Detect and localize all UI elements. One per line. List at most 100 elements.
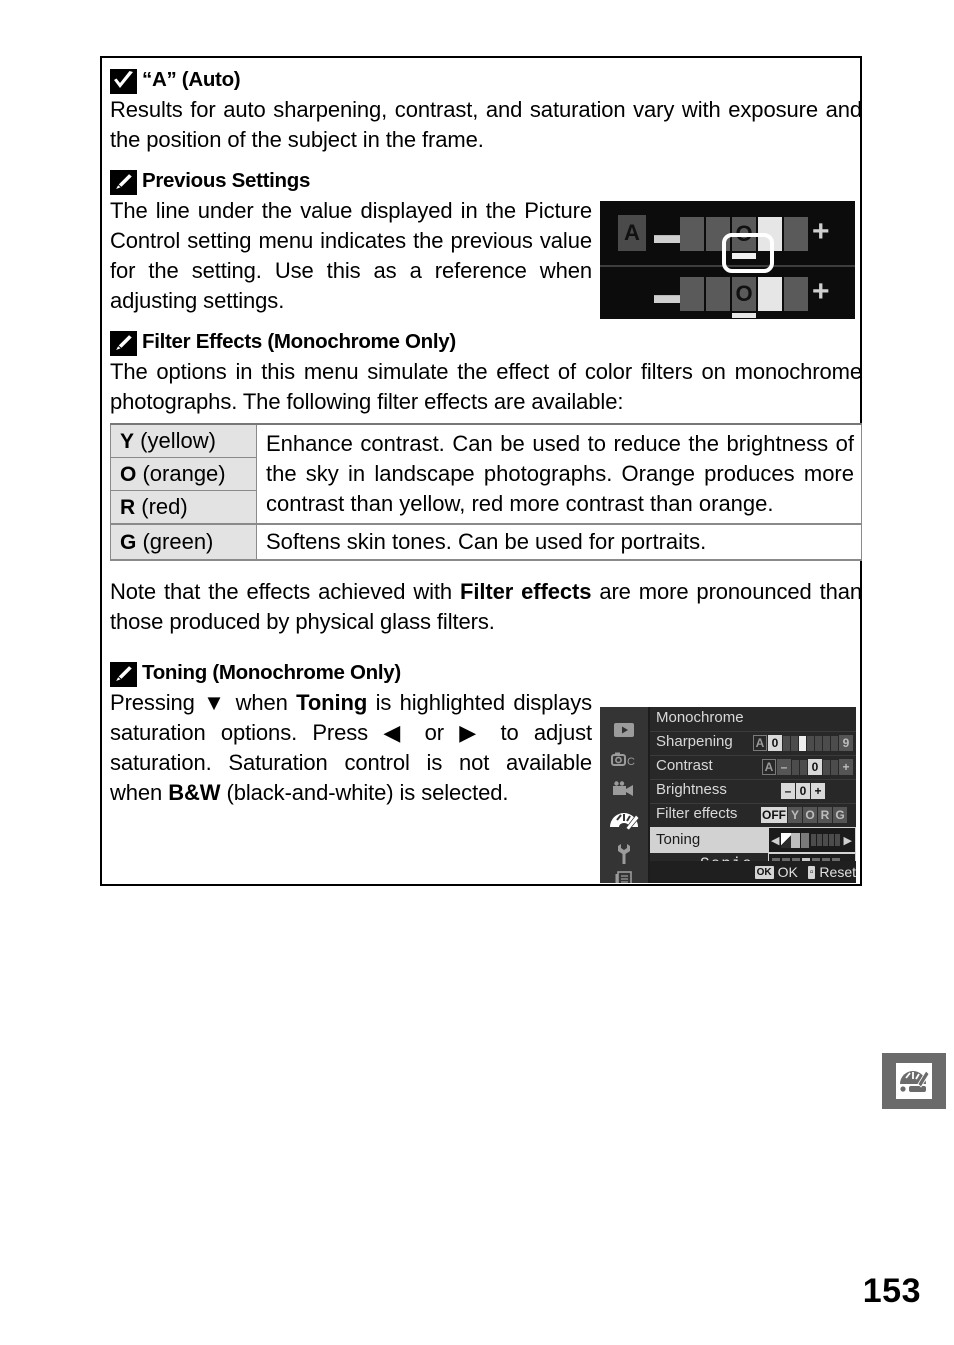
scale-zero-label: 0 (808, 759, 822, 775)
table-cell-key: Y (yellow) (110, 423, 257, 458)
ok-label: OK (777, 864, 798, 880)
scale-tick (831, 735, 838, 751)
filter-key-symbol: G (120, 531, 137, 554)
lcd-minus-icon: ▬ (654, 219, 680, 249)
toning-gradient-control[interactable]: ◀ ▶ (768, 827, 856, 853)
scale-tick (823, 759, 830, 775)
filter-option-y[interactable]: Y (788, 807, 802, 823)
recent-settings-icon[interactable] (608, 867, 640, 883)
scale-tick (811, 834, 817, 846)
lcd-scale-segment (706, 277, 730, 311)
page-number: 153 (862, 1272, 921, 1310)
scale-tick (835, 834, 841, 846)
toning-gradient-swatch (801, 832, 810, 848)
plus-icon: + (839, 759, 853, 775)
setup-wrench-icon[interactable] (608, 841, 640, 867)
reset-label: Reset (819, 864, 856, 880)
lcd-zero-label: O (735, 281, 753, 306)
lcd-previous-value-underline (732, 313, 756, 318)
scale-max-label: 9 (839, 735, 853, 751)
section-auto: “A” (Auto) Results for auto sharpening, … (110, 68, 862, 155)
heading-auto: “A” (Auto) (110, 68, 852, 94)
section-filter-effects: Filter Effects (Monochrome Only) The opt… (110, 330, 862, 417)
lcd-menu-title-row: Monochrome (650, 707, 856, 732)
paragraph-filter-effects: The options in this menu simulate the ef… (110, 359, 862, 414)
paragraph-previous-settings: The line under the value displayed in th… (110, 198, 592, 313)
lcd-menu-row-label: Sharpening (656, 733, 733, 750)
scale-tick (817, 834, 823, 846)
brightness-scale[interactable]: – 0 + (781, 782, 826, 800)
lcd-menu-row-sharpening[interactable]: Sharpening A 0 9 (650, 731, 856, 756)
filter-effects-options[interactable]: OFF Y O R G (761, 806, 848, 824)
picture-control-icon[interactable] (608, 807, 640, 837)
scale-tick (792, 759, 799, 775)
toning-text-4: or (409, 720, 460, 745)
filter-key-symbol: O (120, 463, 137, 486)
table-cell-key: O (orange) (110, 457, 257, 491)
svg-text:C: C (627, 756, 635, 768)
lcd-menu-row-label: Filter effects (656, 805, 738, 822)
minus-icon: – (781, 783, 795, 799)
left-arrow-icon[interactable]: ◀ (771, 834, 779, 847)
scale-tick (783, 735, 790, 751)
shooting-menu-icon[interactable]: C (608, 747, 640, 773)
scale-tick (829, 834, 835, 846)
paragraph-filter-note: Note that the effects achieved with Filt… (110, 577, 862, 637)
picture-control-icon (896, 1063, 932, 1099)
scale-min-label: 0 (768, 735, 782, 751)
filter-key-name: (green) (136, 529, 214, 554)
pencil-icon (110, 331, 137, 356)
contrast-scale[interactable]: A – 0 + (762, 758, 854, 776)
playback-icon[interactable] (608, 717, 640, 743)
lcd-scale-segment (784, 217, 808, 251)
lcd-menu-row-brightness[interactable]: Brightness – 0 + (650, 779, 856, 804)
right-arrow-glyph: ▶ (459, 720, 486, 745)
auto-badge-icon: A (762, 759, 776, 775)
lcd-toning-menu-image: C Monochrome Sharpening A 0 9 Contrast A… (600, 707, 856, 883)
paragraph-auto: Results for auto sharpening, contrast, a… (110, 97, 862, 152)
filter-key-name: (yellow) (134, 428, 216, 453)
filter-option-r[interactable]: R (818, 807, 832, 823)
table-cell-description-green: Softens skin tones. Can be used for port… (256, 523, 862, 561)
lcd-menu-row-filter-effects[interactable]: Filter effects OFF Y O R G (650, 803, 856, 828)
heading-previous-settings: Previous Settings (110, 169, 852, 195)
plus-icon: + (811, 783, 825, 799)
lcd-previous-value-underline (732, 253, 756, 259)
lcd-scale-segment: ▬ (654, 277, 680, 311)
scale-tick (815, 735, 822, 751)
heading-toning-label: Toning (Monochrome Only) (142, 661, 401, 684)
lcd-scale-segment-current (758, 277, 782, 311)
heading-toning: Toning (Monochrome Only) (110, 661, 852, 687)
toning-text-1: Pressing (110, 690, 204, 715)
down-arrow-glyph: ▼ (203, 690, 228, 715)
table-cell-description-contrast: Enhance contrast. Can be used to reduce … (256, 423, 862, 525)
filter-effects-table: Y (yellow) Enhance contrast. Can be used… (110, 423, 862, 561)
lcd-menu-footer: OK OK ▫ Reset (650, 861, 856, 883)
toning-text-2: when (227, 690, 297, 715)
filter-key-symbol: R (120, 496, 136, 519)
right-arrow-icon[interactable]: ▶ (843, 834, 851, 847)
toning-bold-1: Toning (296, 690, 368, 715)
ok-key-icon: OK (754, 865, 774, 879)
lcd-minus-icon: ▬ (654, 279, 680, 309)
scale-zero-label: 0 (796, 783, 810, 799)
lcd-previous-settings-image: A ▬ O + ▬ O + (600, 201, 855, 319)
chapter-tab-marker (882, 1053, 946, 1109)
lcd-scale-segment (680, 217, 704, 251)
lcd-auto-segment: A (618, 215, 646, 251)
lcd-menu-row-contrast[interactable]: Contrast A – 0 + (650, 755, 856, 780)
filter-key-name: (red) (135, 494, 188, 519)
filter-option-off[interactable]: OFF (761, 807, 787, 823)
filter-key-symbol: Y (120, 430, 135, 453)
filter-option-o[interactable]: O (803, 807, 817, 823)
minus-icon: – (777, 759, 791, 775)
auto-badge-icon: A (753, 735, 767, 751)
checkmark-icon (110, 69, 137, 94)
sharpening-scale[interactable]: A 0 9 (753, 734, 854, 752)
movie-icon[interactable] (608, 777, 640, 803)
lcd-menu-sidebar: C (600, 707, 650, 883)
filter-option-g[interactable]: G (833, 807, 847, 823)
filter-note-part1: Note that the effects achieved with (110, 579, 461, 604)
toning-text-6: (black-and-white) is selected. (220, 780, 509, 805)
pencil-icon (110, 170, 137, 195)
